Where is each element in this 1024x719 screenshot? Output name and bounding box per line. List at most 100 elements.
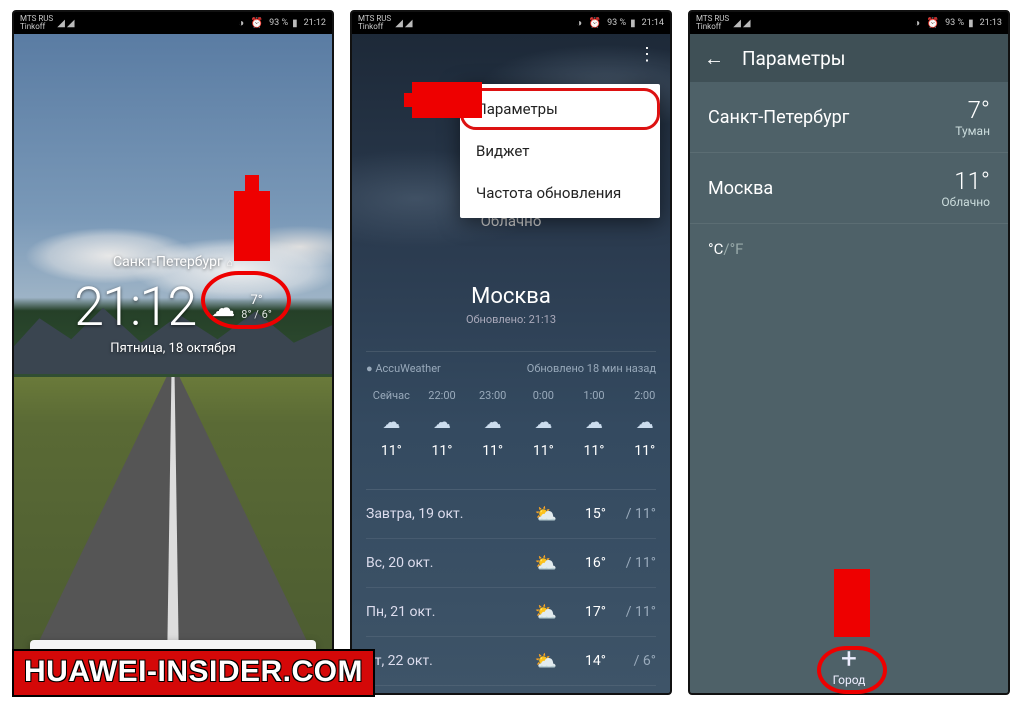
screenshot-weather-settings: MTS RUS Tinkoff ◢◢ ◑ ⏰ 93 % ▮ 21:13 ← Па… — [688, 10, 1010, 695]
city-name: Москва — [708, 178, 941, 199]
screenshot-weather-app: MTS RUS Tinkoff ◢◢ ◑ ⏰ 93 % ▮ 21:14 ⋮ Па… — [350, 10, 672, 695]
widget-weather-box[interactable]: ☁ 7° 8° / 6° — [211, 294, 272, 322]
source-name: AccuWeather — [375, 362, 440, 375]
day-row[interactable]: Вт, 22 окт.⛅14°/ 6° — [366, 637, 656, 686]
home-icon: ⌂ — [227, 258, 233, 269]
partly-cloudy-icon: ⛅ — [526, 553, 566, 574]
screen-title: Параметры — [742, 47, 846, 70]
cloud-icon: ☁ — [518, 412, 569, 433]
battery-pct: 93 % — [607, 18, 626, 28]
cloud-icon: ☁ — [467, 412, 518, 433]
day-row[interactable]: Вс, 20 окт.⛅16°/ 11° — [366, 539, 656, 588]
day-label: Пн, 21 окт. — [366, 604, 526, 620]
day-low: / 6° — [606, 653, 656, 669]
carrier2-label: Tinkoff — [696, 23, 729, 31]
day-row[interactable]: Завтра, 19 окт.⛅15°/ 11° — [366, 490, 656, 539]
settings-body: ← Параметры Санкт-Петербург 7°Туман Моск… — [690, 34, 1008, 693]
hour-temp: 11° — [417, 443, 468, 459]
kebab-menu-icon[interactable]: ⋮ — [638, 44, 656, 65]
signal-icon: ◢◢ — [733, 18, 752, 29]
status-icons: ◑ ⏰ — [914, 18, 941, 29]
status-bar: MTS RUS Tinkoff ◢◢ ◑ ⏰ 93 % ▮ 21:13 — [690, 12, 1008, 34]
temp-now: 7° — [241, 294, 272, 309]
add-city-button[interactable]: + Город — [690, 645, 1008, 687]
carrier2-label: Tinkoff — [20, 23, 53, 31]
hour-temp: 11° — [518, 443, 569, 459]
settings-header: ← Параметры — [690, 34, 1008, 82]
temp-range: 8° / 6° — [241, 309, 272, 322]
day-label: Вс, 20 окт. — [366, 555, 526, 571]
status-bar: MTS RUS Tinkoff ◢◢ ◑ ⏰ 93 % ▮ 21:12 — [14, 12, 332, 34]
back-arrow-icon[interactable]: ← — [704, 46, 724, 71]
unit-toggle[interactable]: °C/°F — [690, 224, 1008, 274]
add-city-label: Город — [833, 673, 866, 687]
cloud-icon: ☁ — [211, 294, 235, 322]
status-bar: MTS RUS Tinkoff ◢◢ ◑ ⏰ 93 % ▮ 21:14 — [352, 12, 670, 34]
hour-label: 2:00 — [619, 389, 670, 402]
hour-temp: 11° — [467, 443, 518, 459]
status-time: 21:12 — [304, 18, 326, 28]
weather-widget[interactable]: Санкт-Петербург ⌂ 21:12 ☁ 7° 8° / 6° Пятн… — [14, 254, 332, 356]
day-low: / 11° — [606, 555, 656, 571]
day-high: 16° — [566, 555, 606, 571]
city-condition: Облачно — [941, 195, 990, 209]
signal-icon: ◢◢ — [57, 18, 76, 29]
day-high: 17° — [566, 604, 606, 620]
hour-label: 23:00 — [467, 389, 518, 402]
carrier2-label: Tinkoff — [358, 23, 391, 31]
city-name: Санкт-Петербург — [113, 254, 223, 270]
battery-icon: ▮ — [292, 18, 300, 29]
hour-temp: 11° — [619, 443, 670, 459]
partly-cloudy-icon: ⛅ — [526, 504, 566, 525]
source-updated: Обновлено 18 мин назад — [527, 362, 656, 375]
day-row[interactable]: Пн, 21 окт.⛅17°/ 11° — [366, 588, 656, 637]
screenshot-lockscreen: MTS RUS Tinkoff ◢◢ ◑ ⏰ 93 % ▮ 21:12 Санк… — [12, 10, 334, 695]
status-icons: ◑ ⏰ — [238, 18, 265, 29]
city-name: Санкт-Петербург — [708, 107, 955, 128]
battery-icon: ▮ — [630, 18, 638, 29]
last-updated: Обновлено: 21:13 — [352, 313, 670, 326]
hour-label: 0:00 — [518, 389, 569, 402]
status-time: 21:13 — [980, 18, 1002, 28]
battery-pct: 93 % — [269, 18, 288, 28]
menu-item-refresh-rate[interactable]: Частота обновления — [460, 172, 660, 214]
widget-date: Пятница, 18 октября — [14, 341, 332, 356]
partly-cloudy-icon: ⛅ — [526, 602, 566, 623]
plus-icon: + — [690, 645, 1008, 673]
day-low: / 11° — [606, 506, 656, 522]
watermark: HUAWEI-INSIDER.COM — [12, 649, 375, 697]
city-row[interactable]: Санкт-Петербург 7°Туман — [690, 82, 1008, 153]
cloud-icon: ☁ — [366, 412, 417, 433]
cloud-icon: ☁ — [569, 412, 620, 433]
hour-label: 1:00 — [569, 389, 620, 402]
day-high: 15° — [566, 506, 606, 522]
widget-city: Санкт-Петербург ⌂ — [14, 254, 332, 270]
cloud-icon: ☁ — [417, 412, 468, 433]
status-icons: ◑ ⏰ — [576, 18, 603, 29]
city-title: Москва — [352, 284, 670, 309]
status-time: 21:14 — [642, 18, 664, 28]
day-label: Завтра, 19 окт. — [366, 506, 526, 522]
signal-icon: ◢◢ — [395, 18, 414, 29]
partly-cloudy-icon: ⛅ — [526, 651, 566, 672]
city-row[interactable]: Москва 11°Облачно — [690, 153, 1008, 224]
cloud-icon: ☁ — [619, 412, 670, 433]
hourly-forecast[interactable]: Сейчас☁11° 22:00☁11° 23:00☁11° 0:00☁11° … — [366, 389, 670, 459]
hour-label: Сейчас — [366, 389, 417, 402]
widget-clock: 21:12 — [74, 276, 195, 339]
day-high: 14° — [566, 653, 606, 669]
menu-item-settings[interactable]: Параметры — [460, 88, 660, 130]
battery-icon: ▮ — [968, 18, 976, 29]
city-condition: Туман — [955, 124, 990, 138]
hour-temp: 11° — [569, 443, 620, 459]
day-label: Вт, 22 окт. — [366, 653, 526, 669]
city-temp: 7° — [955, 96, 990, 124]
unit-fahrenheit: /°F — [723, 240, 743, 258]
lockscreen-body: Санкт-Петербург ⌂ 21:12 ☁ 7° 8° / 6° Пятн… — [14, 34, 332, 693]
hour-label: 22:00 — [417, 389, 468, 402]
unit-celsius: °C — [708, 240, 723, 258]
daily-forecast[interactable]: Завтра, 19 окт.⛅15°/ 11° Вс, 20 окт.⛅16°… — [366, 489, 656, 686]
overflow-menu: Параметры Виджет Частота обновления — [460, 84, 660, 218]
menu-item-widget[interactable]: Виджет — [460, 130, 660, 172]
day-low: / 11° — [606, 604, 656, 620]
